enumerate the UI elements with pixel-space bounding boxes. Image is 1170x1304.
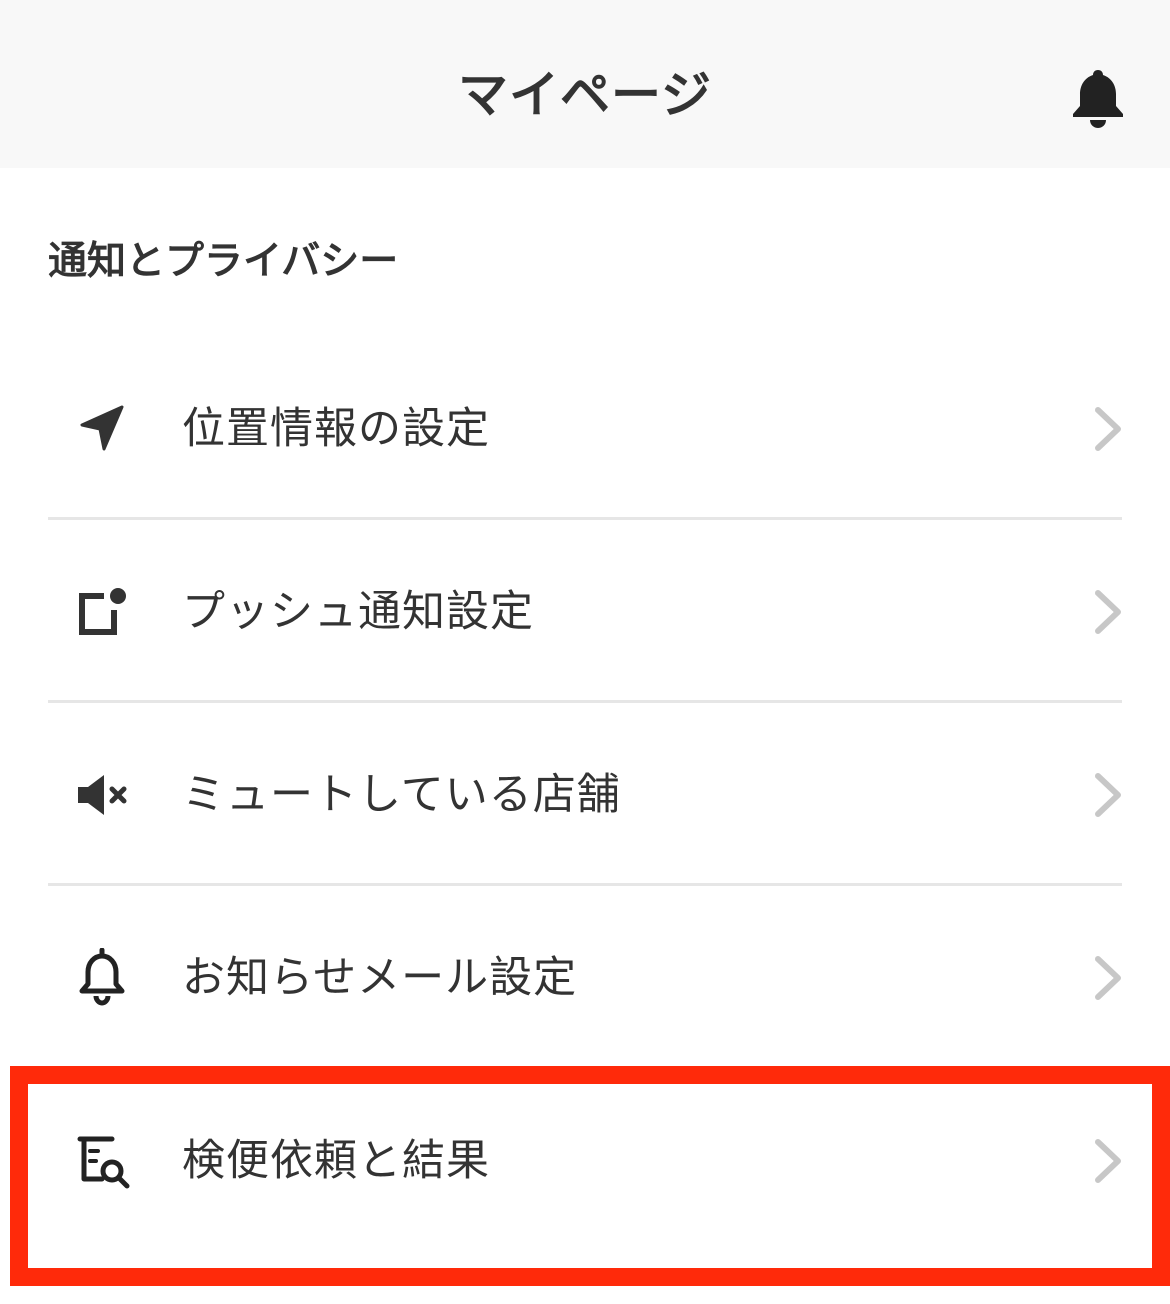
menu-item-email-settings[interactable]: お知らせメール設定: [0, 887, 1170, 1069]
chevron-right-icon: [1090, 770, 1126, 820]
section-title: 通知とプライバシー: [48, 239, 399, 284]
mute-speaker-icon: [72, 765, 132, 825]
chevron-right-icon: [1090, 404, 1126, 454]
highlight-frame: [10, 1066, 1170, 1286]
menu-item-muted-shops[interactable]: ミュートしている店舗: [0, 704, 1170, 886]
menu-item-label: 位置情報の設定: [182, 404, 490, 454]
menu-item-push-settings[interactable]: プッシュ通知設定: [0, 521, 1170, 703]
chevron-right-icon: [1090, 587, 1126, 637]
notification-bell-button[interactable]: [1068, 66, 1128, 128]
page-title: マイページ: [458, 66, 712, 124]
bell-outline-icon: [72, 947, 132, 1008]
divider: [48, 700, 1122, 703]
chevron-right-icon: [1090, 953, 1126, 1003]
location-arrow-icon: [72, 399, 132, 459]
my-page: マイページ 通知とプライバシー 位置情報の設定 プッシュ通知設定 ミュートしてい…: [0, 0, 1170, 1304]
app-header: マイページ: [0, 0, 1170, 168]
divider: [48, 517, 1122, 520]
bell-icon: [1073, 70, 1123, 128]
menu-item-label: ミュートしている店舗: [182, 770, 621, 820]
menu-item-label: プッシュ通知設定: [182, 587, 534, 637]
push-notification-icon: [72, 582, 132, 642]
divider: [48, 883, 1122, 886]
menu-item-location-settings[interactable]: 位置情報の設定: [0, 338, 1170, 520]
menu-item-label: お知らせメール設定: [182, 953, 578, 1003]
